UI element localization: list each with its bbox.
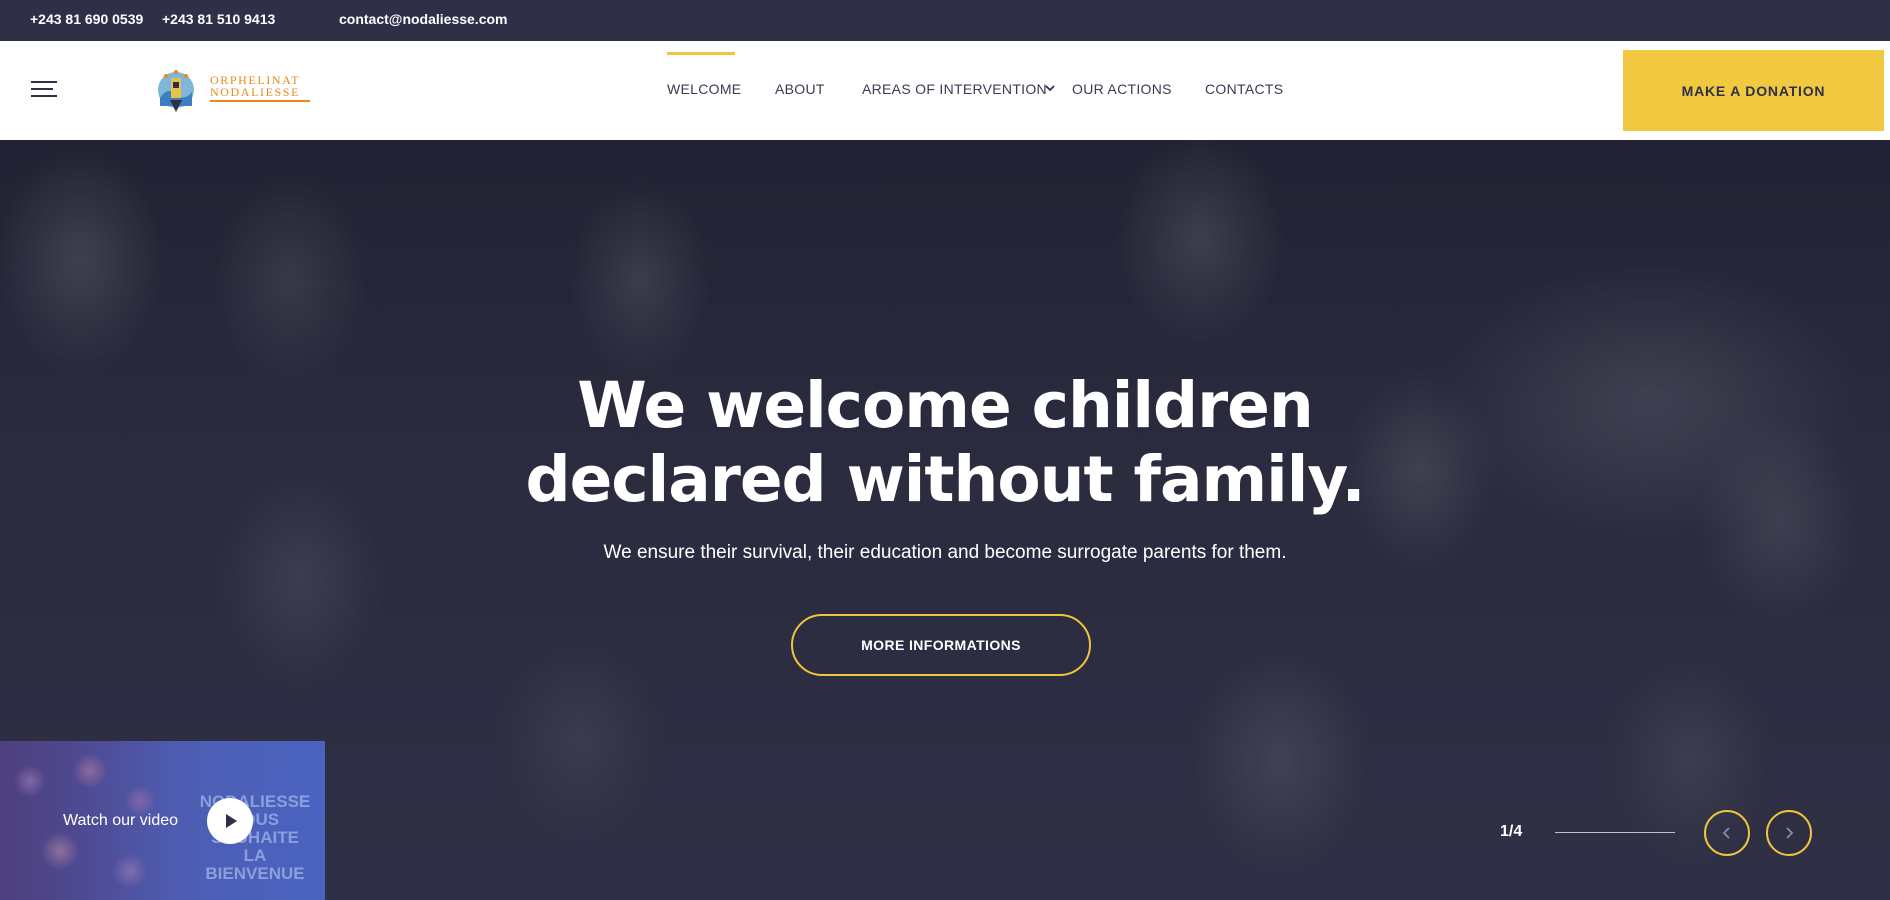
contact-email[interactable]: contact@nodaliesse.com (339, 11, 507, 27)
video-thumbnail-text: NODALIESSE VOUS SOUHAITE LA BIENVENUE (199, 792, 311, 883)
logo-line-2: NODALIESSE (210, 85, 300, 99)
watch-video-card[interactable]: NODALIESSE VOUS SOUHAITE LA BIENVENUE Wa… (0, 741, 325, 900)
site-logo[interactable]: ORPHELINAT NODALIESSE (154, 68, 314, 118)
watch-video-label[interactable]: Watch our video (63, 812, 178, 830)
chevron-left-icon[interactable] (1704, 810, 1750, 856)
hero-title-line-2: declared without family. (525, 443, 1365, 516)
active-nav-indicator (667, 52, 735, 55)
logo-emblem (158, 70, 194, 112)
phone-number-1[interactable]: +243 81 690 0539 (30, 11, 143, 27)
nav-item-contacts[interactable]: CONTACTS (1205, 81, 1283, 97)
top-contact-bar: +243 81 690 0539 +243 81 510 9413 contac… (0, 0, 1890, 41)
chevron-down-icon[interactable] (1043, 81, 1057, 95)
site-header: ORPHELINAT NODALIESSE WELCOME ABOUT AREA… (0, 41, 1890, 140)
nav-item-welcome[interactable]: WELCOME (667, 81, 741, 97)
more-informations-button[interactable]: MORE INFORMATIONS (791, 614, 1091, 676)
chevron-right-icon[interactable] (1766, 810, 1812, 856)
slide-counter: 1/4 (1500, 823, 1523, 840)
play-icon[interactable] (207, 798, 253, 844)
phone-number-2[interactable]: +243 81 510 9413 (162, 11, 275, 27)
slide-progress-line (1555, 832, 1675, 833)
nav-item-about[interactable]: ABOUT (775, 81, 825, 97)
hero-title: We welcome children declared without fam… (445, 369, 1445, 517)
hero-title-line-1: We welcome children (577, 369, 1314, 442)
hero-subtitle: We ensure their survival, their educatio… (603, 542, 1287, 563)
logo-underline (210, 100, 310, 102)
nav-item-areas-of-intervention[interactable]: AREAS OF INTERVENTION (862, 81, 1047, 97)
nav-item-our-actions[interactable]: OUR ACTIONS (1072, 81, 1172, 97)
hero-slider: We welcome children declared without fam… (0, 140, 1890, 900)
hamburger-icon[interactable] (31, 81, 57, 99)
make-donation-button[interactable]: MAKE A DONATION (1623, 50, 1884, 131)
